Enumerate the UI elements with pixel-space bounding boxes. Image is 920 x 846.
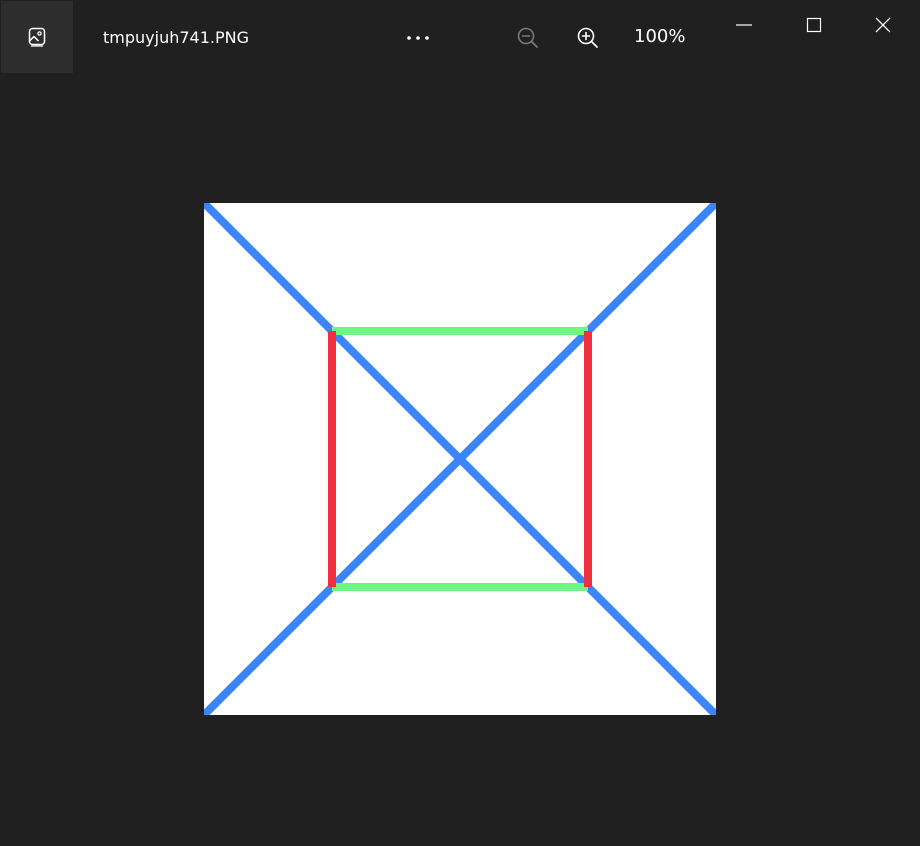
zoom-out-button[interactable]	[512, 22, 544, 54]
maximize-button[interactable]	[784, 0, 844, 50]
title-bar: tmpuyjuh741.PNG 100%	[0, 0, 920, 73]
image-drawing	[204, 203, 716, 715]
close-icon	[875, 17, 891, 33]
minimize-button[interactable]	[714, 0, 774, 50]
close-button[interactable]	[853, 0, 913, 50]
app-menu-button[interactable]	[1, 1, 73, 73]
zoom-level-button[interactable]: 100%	[634, 24, 685, 50]
zoom-in-icon	[577, 27, 598, 48]
zoom-in-button[interactable]	[572, 22, 604, 54]
maximize-icon	[806, 17, 822, 33]
photos-app-icon	[28, 27, 46, 47]
more-options-button[interactable]	[398, 22, 438, 54]
displayed-image	[204, 203, 716, 715]
minimize-icon	[736, 24, 752, 26]
more-options-icon	[407, 36, 429, 40]
photo-viewer-window: tmpuyjuh741.PNG 100%	[0, 0, 920, 846]
file-name-title: tmpuyjuh741.PNG	[103, 28, 249, 47]
zoom-out-icon	[517, 27, 538, 48]
